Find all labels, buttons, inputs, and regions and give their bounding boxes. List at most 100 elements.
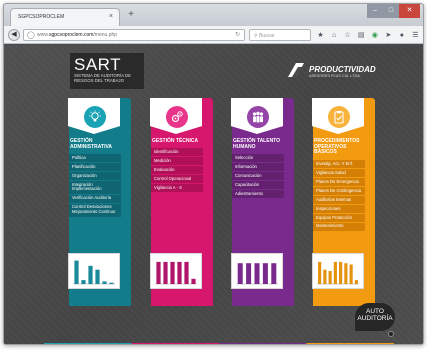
logo-name: PRODUCTIVIDAD [309, 65, 376, 74]
column-heading: PROCEDIMIENTOS OPERATIVOS BÁSICOS [314, 138, 360, 156]
people-icon [252, 111, 264, 123]
column-chart [68, 253, 120, 289]
clipboard-icon [334, 111, 344, 124]
menu-item-control-desviaciones[interactable]: Control Desviaciones Mejoramiento Contin… [69, 203, 121, 217]
sart-title: SART [74, 55, 122, 74]
progress-segment [131, 343, 219, 344]
chart-bar [177, 261, 182, 284]
logo-tagline: ASESORES PLUS CÍA. LTDA. [309, 74, 361, 78]
column-items: Política Planificación Organización Inte… [69, 154, 121, 218]
menu-item-planes-emergencia[interactable]: Planes De Emergencia [313, 177, 365, 186]
menu-item-adiestramiento[interactable]: Adiestramiento [232, 189, 284, 198]
column-gestion-administrativa: GESTIÓN ADMINISTRATIVA Política Planific… [65, 98, 131, 306]
extension-icon[interactable]: ◉ [370, 31, 379, 40]
bar-chart [236, 263, 278, 285]
menu-item-capacitacion[interactable]: Capacitación [232, 180, 284, 189]
menu-item-verificacion[interactable]: Verificación Auditoría [69, 194, 121, 203]
maximize-button[interactable]: □ [383, 4, 399, 18]
productividad-logo-icon [288, 63, 304, 77]
menu-item-politica[interactable]: Política [69, 154, 121, 162]
url-bar[interactable]: ◯ www.sgpcsoproclem.com/menu.php ↻ [23, 29, 245, 41]
menu-item-planificacion[interactable]: Planificación [69, 162, 121, 171]
url-text: www.sgpcsoproclem.com/menu.php [37, 32, 118, 38]
column-chart [150, 253, 202, 289]
bar-chart [73, 260, 115, 285]
column-gestion-talento-humano: GESTIÓN TALENTO HUMANO Selección Informa… [228, 98, 294, 306]
sart-logo[interactable]: SART SISTEMA DE AUDITORÍA DE RIESGOS DEL… [70, 53, 144, 89]
chart-bar [184, 261, 189, 284]
browser-tab[interactable]: SGPCSOPROCLEM × [10, 8, 120, 26]
chart-bar [163, 261, 168, 284]
globe-icon: ◯ [27, 32, 35, 39]
menu-item-inspecciones[interactable]: Inspecciones [313, 204, 365, 213]
refresh-icon[interactable]: ↻ [235, 31, 240, 38]
back-button[interactable]: ◀ [8, 29, 20, 41]
shield-icon[interactable]: ● [397, 31, 406, 40]
column-heading: GESTIÓN ADMINISTRATIVA [70, 138, 113, 150]
minimize-button[interactable]: – [367, 4, 383, 18]
menu-item-planes-contingencia[interactable]: Planes De Contingencia [313, 186, 365, 195]
column-items: Identificación Medición Evaluación Contr… [151, 148, 203, 193]
menu-icon[interactable]: ☰ [411, 31, 420, 40]
column-chart [231, 253, 283, 289]
chart-bar [88, 265, 93, 284]
menu-item-investigacion[interactable]: Investig. Acc. Y Enf. [313, 160, 365, 168]
search-input[interactable]: ⚲ Buscar [249, 29, 311, 41]
chart-bar [262, 263, 268, 284]
column-heading: GESTIÓN TÉCNICA [152, 138, 199, 144]
close-window-button[interactable]: ✕ [399, 4, 420, 18]
bookmark-icon[interactable]: ☆ [343, 31, 352, 40]
progress-line [44, 343, 394, 344]
menu-item-informacion[interactable]: Información [232, 162, 284, 171]
chart-bar [339, 261, 343, 284]
menu-item-control-operacional[interactable]: Control Operacional [151, 174, 203, 183]
progress-segment [306, 343, 394, 344]
arrow-icon[interactable]: ➤ [384, 31, 393, 40]
menu-item-seleccion[interactable]: Selección [232, 154, 284, 162]
menu-item-medicion[interactable]: Medición [151, 156, 203, 165]
chart-bar [109, 282, 114, 284]
chart-bar [328, 271, 332, 284]
sart-subtitle: SISTEMA DE AUDITORÍA DE RIESGOS DEL TRAB… [74, 73, 131, 83]
chart-bar [170, 261, 175, 284]
chart-bar [333, 261, 337, 284]
clipboard-icon[interactable]: ▤ [357, 31, 366, 40]
title-bar: SGPCSOPROCLEM × + – □ ✕ [4, 4, 423, 26]
column-gestion-tecnica: GESTIÓN TÉCNICA Identificación Medición … [147, 98, 213, 306]
chart-bar [323, 269, 327, 284]
star-icon[interactable]: ★ [316, 31, 325, 40]
progress-segment [219, 343, 307, 344]
chart-bar [191, 278, 196, 284]
tab-close-icon[interactable]: × [109, 13, 113, 20]
auto-auditoria-dot [388, 331, 394, 337]
chart-bar [349, 264, 353, 284]
menu-item-integracion[interactable]: Integración Implementación [69, 180, 121, 194]
menu-item-equipos-proteccion[interactable]: Equipos Protección [313, 213, 365, 222]
toolbar-icons: ★ ⌂ ☆ ▤ ◉ ➤ ● ☰ [316, 29, 423, 41]
auto-auditoria-button[interactable]: AUTO AUDITORÍA [355, 303, 395, 331]
chart-bar [318, 261, 322, 284]
column-items: Investig. Acc. Y Enf. Vigilancia Salud P… [313, 160, 365, 232]
auto-auditoria-label-1: AUTO [366, 308, 384, 315]
menu-item-mantenimiento[interactable]: Mantenimiento [313, 222, 365, 231]
chart-bar [254, 263, 260, 284]
column-procedimientos-operativos: PROCEDIMIENTOS OPERATIVOS BÁSICOS Invest… [309, 98, 375, 306]
new-tab-button[interactable]: + [125, 9, 137, 21]
column-items: Selección Información Comunicación Capac… [232, 154, 284, 199]
navigation-bar: ◀ ◯ www.sgpcsoproclem.com/menu.php ↻ ⚲ B… [4, 26, 423, 44]
menu-item-organizacion[interactable]: Organización [69, 171, 121, 180]
menu-item-identificacion[interactable]: Identificación [151, 148, 203, 156]
chart-bar [102, 281, 107, 284]
chart-bar [246, 263, 252, 284]
menu-item-comunicacion[interactable]: Comunicación [232, 171, 284, 180]
menu-item-evaluacion[interactable]: Evaluación [151, 165, 203, 174]
menu-item-vigilancia[interactable]: Vigilancia A - S [151, 183, 203, 192]
search-placeholder: Buscar [259, 33, 275, 39]
chart-bar [344, 263, 348, 284]
chart-bar [74, 260, 79, 284]
chart-bar [95, 269, 100, 284]
menu-item-vigilancia-salud[interactable]: Vigilancia Salud [313, 168, 365, 177]
home-icon[interactable]: ⌂ [330, 31, 339, 40]
menu-item-auditorias-internas[interactable]: Auditorías Internas [313, 195, 365, 204]
column-heading: GESTIÓN TALENTO HUMANO [233, 138, 281, 150]
